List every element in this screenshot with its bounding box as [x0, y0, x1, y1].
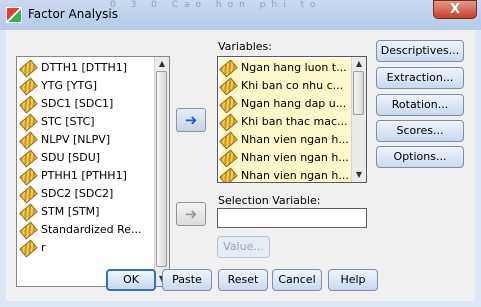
list-item[interactable]: Khi ban co nhu c...	[219, 76, 351, 96]
list-item[interactable]: STM [STM]	[19, 202, 99, 222]
options-button[interactable]: Options...	[376, 146, 464, 168]
selection-variable-label: Selection Variable:	[218, 194, 321, 207]
dialog-client: DTTH1 [DTTH1] YTG [YTG] SDC1 [SDC1] STC …	[6, 30, 475, 301]
scale-variable-icon	[219, 58, 238, 78]
list-item[interactable]: Ngan hang dap u...	[219, 94, 351, 114]
scale-variable-icon	[19, 76, 38, 96]
list-item[interactable]: YTG [YTG]	[19, 76, 97, 96]
list-item[interactable]: Nhan vien ngan h...	[219, 166, 351, 182]
scale-variable-icon	[19, 94, 38, 114]
list-item[interactable]: PTHH1 [PTHH1]	[19, 166, 127, 186]
variables-label: Variables:	[218, 40, 272, 53]
value-button[interactable]: Value...	[217, 236, 270, 258]
arrow-right-icon: ➜	[184, 111, 198, 129]
scrollbar-thumb[interactable]	[156, 71, 167, 267]
help-button[interactable]: Help	[328, 269, 378, 291]
scale-variable-icon	[19, 130, 38, 150]
scale-variable-icon	[19, 202, 38, 222]
background-window-text: 0 3 0 Cao hon phi to	[110, 0, 322, 10]
scale-variable-icon	[19, 220, 38, 240]
source-variable-list[interactable]: DTTH1 [DTTH1] YTG [YTG] SDC1 [SDC1] STC …	[16, 56, 170, 287]
variables-list-scrollbar[interactable]: ▲ ▼	[351, 57, 366, 182]
scale-variable-icon	[219, 148, 238, 168]
title-bar: Factor Analysis 0 3 0 Cao hon phi to X	[0, 0, 481, 30]
list-item[interactable]: Nhan vien ngan h...	[219, 130, 351, 150]
paste-button[interactable]: Paste	[162, 269, 212, 291]
list-item[interactable]: r	[19, 238, 46, 258]
scale-variable-icon	[19, 112, 38, 132]
close-button[interactable]: X	[433, 0, 477, 19]
app-icon	[6, 7, 22, 23]
list-item[interactable]: Standardized Re...	[19, 220, 142, 240]
selection-variable-field[interactable]	[217, 208, 367, 228]
scale-variable-icon	[19, 184, 38, 204]
scale-variable-icon	[219, 76, 238, 96]
scores-button[interactable]: Scores...	[376, 120, 464, 142]
arrow-right-icon: ➜	[184, 205, 198, 223]
list-item[interactable]: NLPV [NLPV]	[19, 130, 110, 150]
list-item[interactable]: SDC2 [SDC2]	[19, 184, 113, 204]
descriptives-button[interactable]: Descriptives...	[376, 40, 464, 62]
scroll-down-icon[interactable]: ▼	[354, 170, 364, 180]
move-to-variables-button[interactable]: ➜	[176, 108, 206, 132]
scale-variable-icon	[219, 130, 238, 150]
list-item[interactable]: Ngan hang luon t...	[219, 58, 351, 78]
window-title: Factor Analysis	[28, 7, 118, 21]
source-list-scrollbar[interactable]: ▲ ▼	[154, 57, 169, 286]
cancel-button[interactable]: Cancel	[272, 269, 322, 291]
list-item[interactable]: SDU [SDU]	[19, 148, 100, 168]
ok-button[interactable]: OK	[106, 269, 156, 291]
scale-variable-icon	[19, 166, 38, 186]
list-item[interactable]: Nhan vien ngan h...	[219, 148, 351, 168]
scroll-up-icon[interactable]: ▲	[157, 59, 167, 69]
scale-variable-icon	[219, 112, 238, 132]
move-to-selection-button[interactable]: ➜	[176, 202, 206, 226]
scale-variable-icon	[219, 166, 238, 182]
variables-list[interactable]: Ngan hang luon t... Khi ban co nhu c... …	[217, 56, 367, 183]
scroll-up-icon[interactable]: ▲	[354, 59, 364, 69]
scrollbar-thumb[interactable]	[353, 71, 364, 115]
extraction-button[interactable]: Extraction...	[376, 67, 464, 89]
scale-variable-icon	[219, 94, 238, 114]
scale-variable-icon	[19, 238, 38, 258]
scale-variable-icon	[19, 58, 38, 78]
reset-button[interactable]: Reset	[218, 269, 268, 291]
list-item[interactable]: Khi ban thac mac...	[219, 112, 351, 132]
rotation-button[interactable]: Rotation...	[376, 94, 464, 116]
list-item[interactable]: STC [STC]	[19, 112, 95, 132]
list-item[interactable]: DTTH1 [DTTH1]	[19, 58, 127, 78]
scale-variable-icon	[19, 148, 38, 168]
list-item[interactable]: SDC1 [SDC1]	[19, 94, 113, 114]
